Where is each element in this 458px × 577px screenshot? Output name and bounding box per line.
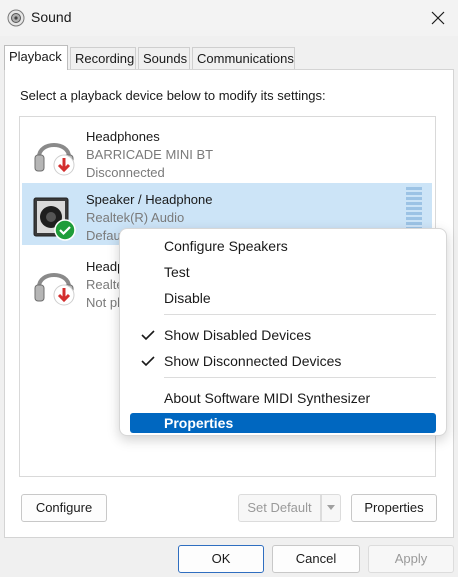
menu-item-show-disconnected-devices[interactable]: Show Disconnected Devices [130,349,436,373]
menu-item-configure-speakers[interactable]: Configure Speakers [130,234,436,258]
menu-item-show-disabled-devices[interactable]: Show Disabled Devices [130,323,436,347]
menu-item-disable[interactable]: Disable [130,286,436,310]
tab-recording[interactable]: Recording [70,47,136,69]
window-title: Sound [31,9,72,25]
green-check-icon [54,219,76,244]
menu-item-label: Test [164,264,190,280]
close-button[interactable] [420,2,456,34]
apply-button[interactable]: Apply [368,545,454,573]
configure-button[interactable]: Configure [21,494,107,522]
title-bar: Sound [0,0,458,36]
menu-separator [164,377,436,378]
device-description: BARRICADE MINI BT [86,147,214,162]
menu-item-label: Properties [164,415,234,431]
device-name: Headphones [86,129,160,144]
set-default-dropdown-button[interactable] [321,494,341,522]
menu-separator [164,314,436,315]
ok-button[interactable]: OK [178,545,264,573]
menu-item-label: Configure Speakers [164,238,288,254]
tab-sounds[interactable]: Sounds [138,47,190,69]
checkmark-icon [141,328,155,344]
device-item[interactable]: Headphones BARRICADE MINI BT Disconnecte… [22,120,432,182]
cancel-button[interactable]: Cancel [272,545,360,573]
close-icon [431,11,445,25]
tab-playback[interactable]: Playback [4,45,68,70]
instruction-text: Select a playback device below to modify… [20,88,326,103]
menu-item-label: Show Disconnected Devices [164,353,342,369]
menu-item-about-midi-synthesizer[interactable]: About Software MIDI Synthesizer [130,386,436,410]
speaker-icon [7,9,25,27]
menu-item-test[interactable]: Test [130,260,436,284]
tab-communications[interactable]: Communications [192,47,295,69]
menu-item-label: Disable [164,290,211,306]
device-name: Speaker / Headphone [86,192,213,207]
set-default-button[interactable]: Set Default [238,494,321,522]
device-description: Realtek(R) Audio [86,210,185,225]
red-down-arrow-icon [53,154,75,179]
menu-item-label: Show Disabled Devices [164,327,312,343]
properties-button[interactable]: Properties [351,494,437,522]
checkmark-icon [141,354,155,370]
menu-item-label: About Software MIDI Synthesizer [164,390,371,406]
context-menu: Configure Speakers Test Disable Show Dis… [119,228,447,436]
red-down-arrow-icon [53,284,75,309]
chevron-down-icon [327,505,335,510]
menu-item-properties[interactable]: Properties [130,413,436,433]
device-status: Disconnected [86,165,165,180]
